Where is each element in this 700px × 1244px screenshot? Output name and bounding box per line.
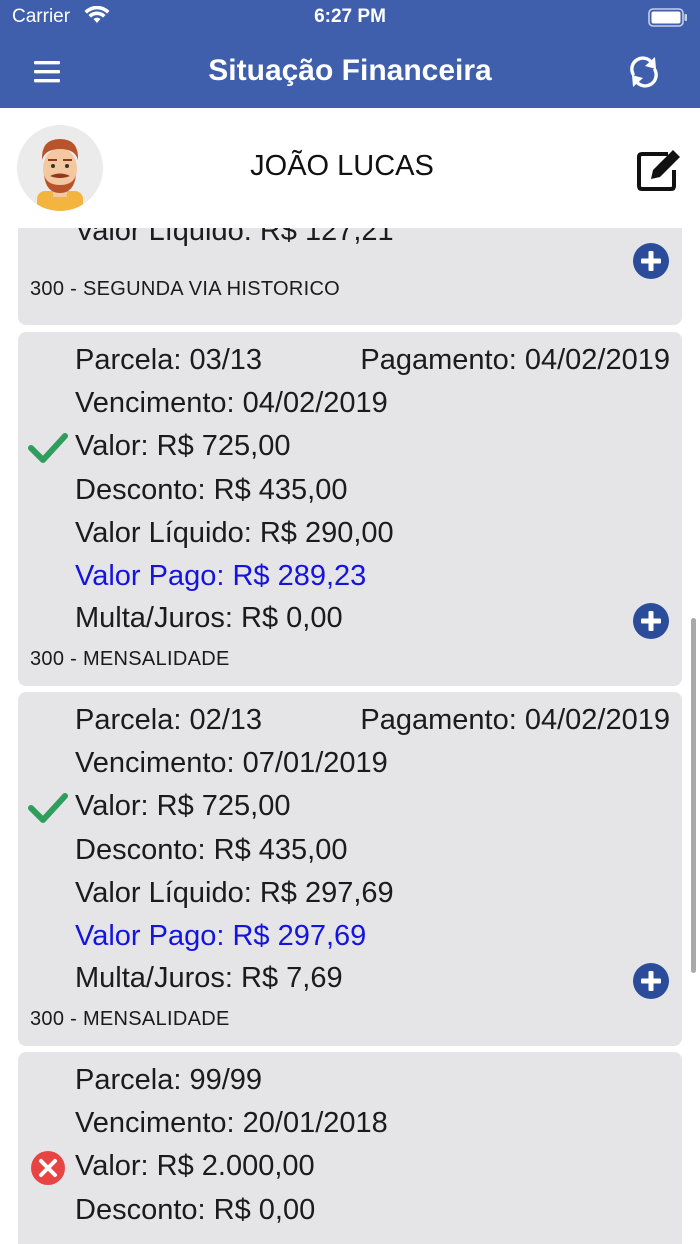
payment-date: Pagamento: 04/02/2019 xyxy=(360,704,670,736)
discount: Desconto: R$ 435,00 xyxy=(75,474,348,506)
net-value: Valor Líquido: R$ 290,00 xyxy=(75,517,394,549)
due-date: Vencimento: 07/01/2019 xyxy=(75,747,388,779)
amount: Valor: R$ 2.000,00 xyxy=(75,1150,315,1182)
charge-code: 300 - MENSALIDADE xyxy=(30,1008,230,1030)
battery-icon xyxy=(648,8,687,27)
payment-date: Pagamento: 04/02/2019 xyxy=(360,344,670,376)
unpaid-x-icon xyxy=(31,1151,65,1185)
paid-value: Valor Pago: R$ 297,69 xyxy=(75,920,367,952)
discount: Desconto: R$ 0,00 xyxy=(75,1194,316,1226)
edit-icon[interactable] xyxy=(634,146,684,192)
installment-list[interactable]: Valor Líquido: R$ 127,21 300 - SEGUNDA V… xyxy=(0,228,700,1244)
amount: Valor: R$ 725,00 xyxy=(75,790,291,822)
charge-code: 300 - MENSALIDADE xyxy=(30,648,230,670)
installment-card: Parcela: 02/13 Pagamento: 04/02/2019 Ven… xyxy=(18,692,682,1046)
due-date: Vencimento: 20/01/2018 xyxy=(75,1107,388,1139)
installment-card: Parcela: 03/13 Pagamento: 04/02/2019 Ven… xyxy=(18,332,682,686)
fine-interest: Multa/Juros: R$ 7,69 xyxy=(75,962,343,994)
amount: Valor: R$ 725,00 xyxy=(75,430,291,462)
expand-plus-icon[interactable] xyxy=(632,962,670,1000)
installment-card: Valor Líquido: R$ 127,21 300 - SEGUNDA V… xyxy=(18,228,682,325)
charge-code: 300 - SEGUNDA VIA HISTORICO xyxy=(30,278,341,300)
paid-check-icon xyxy=(28,433,68,463)
clock: 6:27 PM xyxy=(314,6,386,27)
page-title: Situação Financeira xyxy=(208,54,492,87)
financial-situation-screen: Carrier 6:27 PM Situação Financeira JOÃO… xyxy=(0,0,700,1244)
paid-check-icon xyxy=(28,793,68,823)
student-name: JOÃO LUCAS xyxy=(250,150,434,182)
installment-number: Parcela: 02/13 xyxy=(75,704,263,736)
paid-value: Valor Pago: R$ 289,23 xyxy=(75,560,367,592)
refresh-icon[interactable] xyxy=(624,52,664,92)
scrollbar[interactable] xyxy=(691,618,696,973)
status-bar: Carrier 6:27 PM xyxy=(0,0,700,36)
expand-plus-icon[interactable] xyxy=(632,602,670,640)
net-value: Valor Líquido: R$ 297,69 xyxy=(75,877,394,909)
installment-number: Parcela: 99/99 xyxy=(75,1064,263,1096)
expand-plus-icon[interactable] xyxy=(632,242,670,280)
net-value: Valor Líquido: R$ 127,21 xyxy=(75,228,394,247)
discount: Desconto: R$ 435,00 xyxy=(75,834,348,866)
navigation-bar: Carrier 6:27 PM Situação Financeira xyxy=(0,0,700,108)
installment-card: Parcela: 99/99 Vencimento: 20/01/2018 Va… xyxy=(18,1052,682,1244)
due-date: Vencimento: 04/02/2019 xyxy=(75,387,388,419)
installment-number: Parcela: 03/13 xyxy=(75,344,263,376)
fine-interest: Multa/Juros: R$ 0,00 xyxy=(75,602,343,634)
profile-header: JOÃO LUCAS xyxy=(0,108,700,228)
